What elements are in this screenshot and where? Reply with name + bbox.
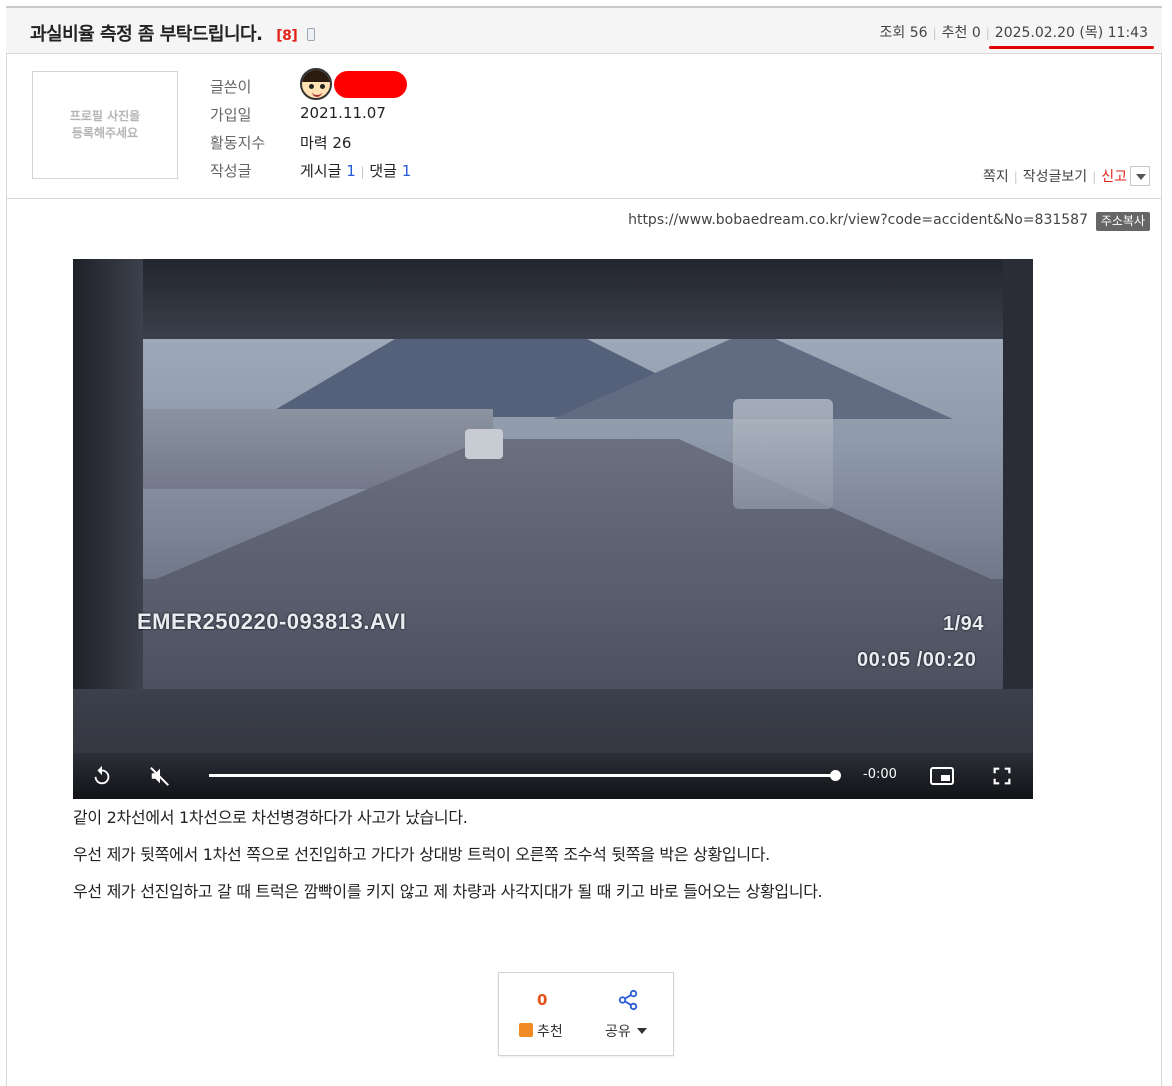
post-body: 같이 2차선에서 1차선으로 차선병경하다가 사고가 났습니다. 우선 제가 뒷… [73, 806, 823, 917]
posts-label: 게시글 [300, 162, 342, 180]
video-frame-car [465, 429, 503, 459]
views-count: 조회 56 [879, 25, 928, 41]
video-progress-bar[interactable] [209, 770, 841, 781]
post-paragraph: 우선 제가 선진입하고 갈 때 트럭은 깜빡이를 키지 않고 제 차량과 사각지… [73, 882, 823, 901]
video-remaining-time: -0:00 [863, 767, 897, 782]
profile-photo-placeholder: 프로필 사진을 등록해주세요 [32, 71, 178, 179]
video-controls: -0:00 [73, 753, 1033, 799]
video-frame-counter: 1/94 [943, 613, 984, 635]
written-label: 작성글 [210, 162, 252, 180]
written-stats: 게시글 1 | 댓글 1 [300, 160, 411, 181]
share-label: 공유 [605, 1024, 631, 1040]
recommend-count: 추천 0 [941, 25, 981, 41]
video-progress-knob[interactable] [830, 770, 841, 781]
activity-label: 활동지수 [210, 134, 266, 152]
share-icon[interactable] [617, 989, 639, 1015]
post-meta: 조회 56 | 추천 0 | 2025.02.20 (목) 11:43 [880, 22, 1148, 42]
author-actions: 쪽지 | 작성글보기 | 신고 [983, 166, 1150, 186]
report-link[interactable]: 신고 [1101, 169, 1127, 185]
comment-count[interactable]: [8] [276, 28, 298, 44]
copy-url-button[interactable]: 주소복사 [1095, 212, 1150, 231]
video-frame-hood [133, 579, 1013, 699]
picture-in-picture-icon[interactable] [929, 765, 955, 790]
post-title-wrap: 과실비율 측정 좀 부탁드립니다. [8] [30, 20, 316, 46]
post-url: https://www.bobaedream.co.kr/view?code=a… [628, 212, 1088, 228]
joined-date: 2021.11.07 [300, 104, 386, 122]
joined-label: 가입일 [210, 106, 252, 124]
profile-photo-text: 프로필 사진을 등록해주세요 [69, 109, 141, 140]
post-paragraph: 우선 제가 뒷쪽에서 1차선 쪽으로 선진입하고 가다가 상대방 트럭이 오른쪽… [73, 845, 770, 864]
share-button[interactable]: 공유 [605, 1021, 647, 1041]
fullscreen-icon[interactable] [991, 765, 1013, 790]
video-progress-fill [209, 774, 835, 777]
author-label: 글쓴이 [210, 78, 252, 96]
post-header: 과실비율 측정 좀 부탁드립니다. [8] 조회 56 | 추천 0 | 2025.02… [6, 6, 1162, 54]
redacted-username [334, 71, 407, 98]
posts-count-link[interactable]: 1 [346, 162, 356, 180]
recommend-box-count: 0 [537, 991, 548, 1009]
view-posts-link[interactable]: 작성글보기 [1023, 169, 1087, 185]
video-timecode: 00:05 /00:20 [857, 649, 977, 671]
more-dropdown-button[interactable] [1130, 166, 1150, 186]
author-profile: 프로필 사진을 등록해주세요 글쓴이 가입일 2021.11.07 활동지수 마… [6, 54, 1162, 199]
post-title: 과실비율 측정 좀 부탁드립니다. [30, 24, 263, 45]
mute-icon[interactable] [149, 765, 171, 790]
comments-count-link[interactable]: 1 [402, 162, 412, 180]
comments-label: 댓글 [369, 162, 397, 180]
video-filename: EMER250220-093813.AVI [137, 609, 407, 634]
recommend-share-box: 0 추천 공유 [498, 972, 674, 1056]
action-divider: | [1092, 170, 1097, 184]
author-avatar[interactable] [300, 68, 332, 100]
message-link[interactable]: 쪽지 [983, 169, 1009, 185]
post-datetime: 2025.02.20 (목) 11:43 [994, 25, 1148, 41]
action-divider: | [1013, 170, 1018, 184]
video-frame-truck [733, 399, 833, 509]
video-player[interactable]: EMER250220-093813.AVI 1/94 00:05 /00:20 … [73, 259, 1033, 799]
video-frame-dash-top [73, 259, 1033, 339]
meta-divider: | [985, 26, 990, 40]
mobile-icon [307, 28, 316, 41]
recommend-button[interactable]: 추천 [537, 1021, 563, 1041]
stats-divider: | [360, 165, 365, 179]
chevron-down-icon [636, 1028, 647, 1034]
meta-divider: | [932, 26, 937, 40]
post-paragraph: 같이 2차선에서 1차선으로 차선병경하다가 사고가 났습니다. [73, 808, 468, 827]
activity-value: 마력 26 [300, 134, 352, 152]
thumbs-up-icon[interactable] [519, 1023, 533, 1037]
replay-icon[interactable] [91, 765, 113, 790]
